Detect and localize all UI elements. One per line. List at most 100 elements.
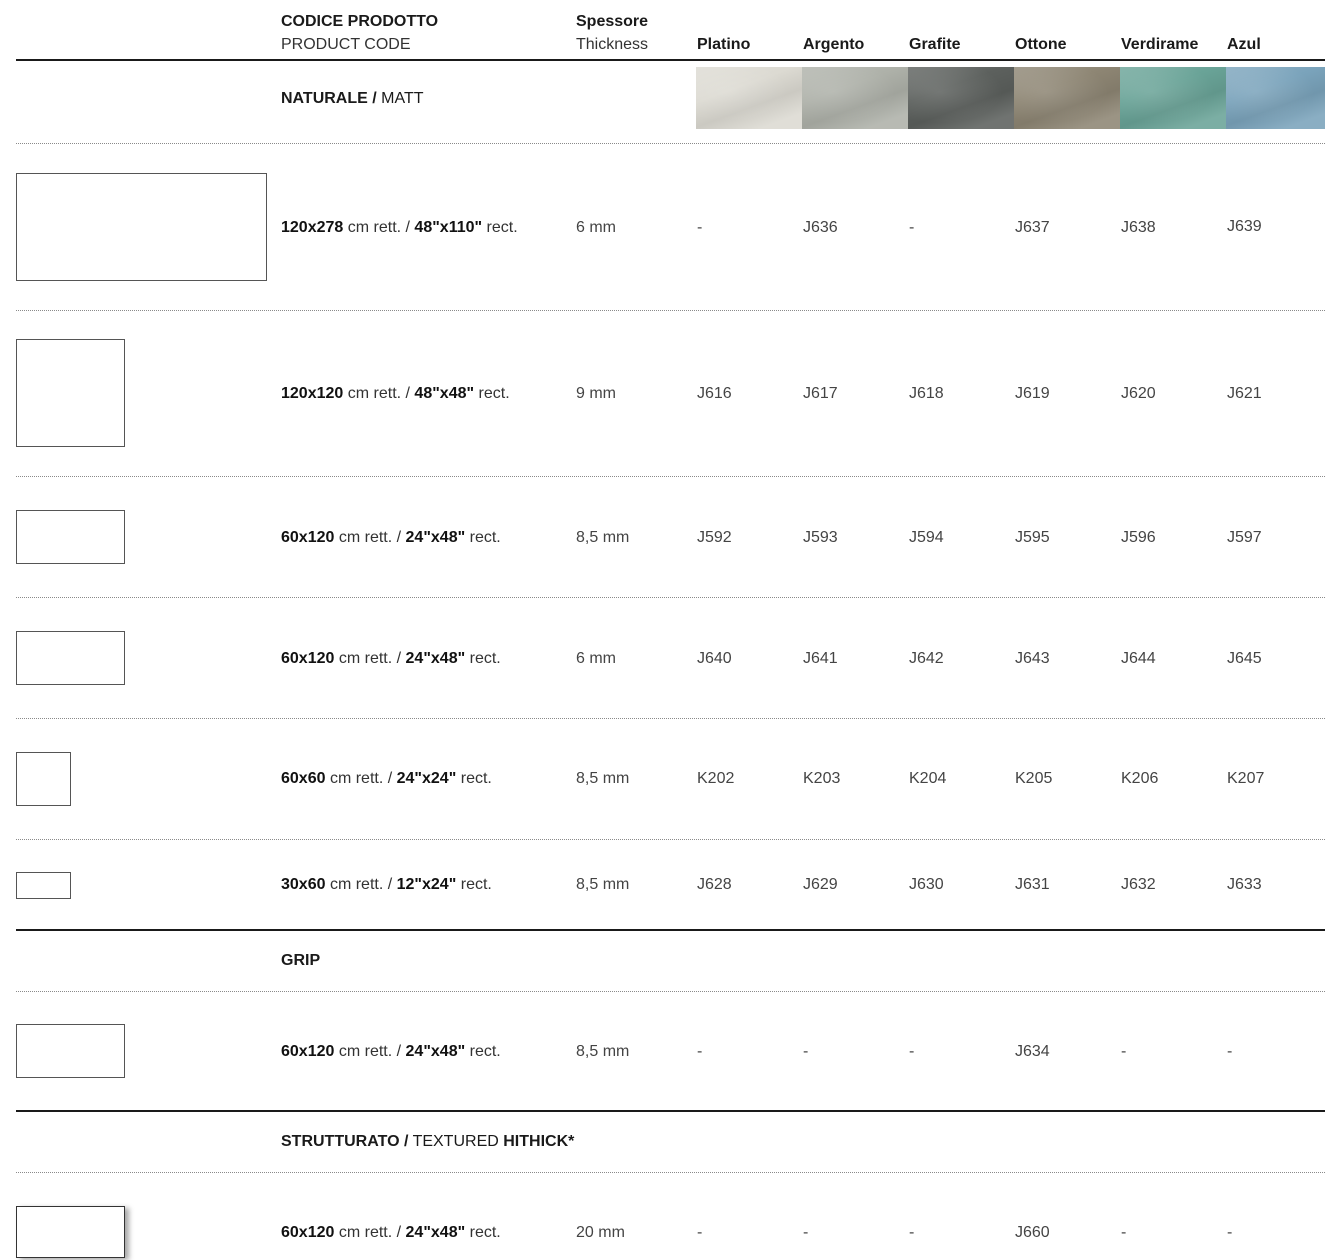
swatch-argento	[802, 67, 908, 129]
thickness-heading-en: Thickness	[576, 36, 649, 53]
code-platino: J592	[697, 529, 732, 546]
row-divider	[16, 597, 1325, 598]
tile-shape-30x60	[16, 872, 71, 899]
row-thickness: 6 mm	[576, 219, 616, 236]
code-grafite: -	[909, 1224, 915, 1241]
code-verdirame: J620	[1121, 385, 1156, 402]
row-size: 30x60 cm rett. / 12"x24" rect.	[281, 876, 492, 894]
size-cm: 60x120	[281, 529, 335, 546]
size-cm-unit: cm rett. /	[334, 650, 406, 667]
size-cm: 30x60	[281, 876, 326, 893]
section-strutturato-hithick: HITHICK*	[503, 1133, 575, 1150]
tile-shape-120x120	[16, 339, 125, 447]
header-divider	[16, 59, 1325, 61]
code-platino: K202	[697, 770, 735, 787]
size-cm-unit: cm rett. /	[334, 529, 406, 546]
swatch-verdirame	[1120, 67, 1226, 129]
code-azul: J597	[1227, 529, 1262, 546]
code-ottone: J631	[1015, 876, 1050, 893]
row-divider	[16, 991, 1325, 992]
code-grafite: J642	[909, 650, 944, 667]
section-grip-title: GRIP	[281, 952, 320, 970]
row-thickness: 8,5 mm	[576, 876, 630, 893]
code-azul: J621	[1227, 385, 1262, 402]
tile-shape-60x120	[16, 631, 125, 685]
code-argento: J593	[803, 529, 838, 546]
code-ottone: K205	[1015, 770, 1053, 787]
row-thickness: 20 mm	[576, 1224, 625, 1241]
size-inch: 48"x48"	[414, 385, 475, 402]
code-platino: J640	[697, 650, 732, 667]
row-divider	[16, 718, 1325, 719]
tile-shape-60x120-thick	[16, 1206, 125, 1258]
code-grafite: J618	[909, 385, 944, 402]
code-grafite: J594	[909, 529, 944, 546]
swatch-azul	[1226, 67, 1325, 129]
size-inch: 24"x48"	[405, 529, 466, 546]
code-verdirame: J644	[1121, 650, 1156, 667]
code-ottone: J643	[1015, 650, 1050, 667]
tile-shape-60x120	[16, 510, 125, 564]
size-inch: 48"x110"	[414, 219, 483, 236]
row-size: 60x120 cm rett. / 24"x48" rect.	[281, 529, 501, 547]
code-azul: J639	[1227, 218, 1262, 235]
column-verdirame: Verdirame	[1121, 36, 1199, 53]
row-size: 120x278 cm rett. / 48"x110" rect.	[281, 219, 518, 237]
row-divider	[16, 143, 1325, 144]
tile-shape-60x60	[16, 752, 71, 806]
row-size: 60x120 cm rett. / 24"x48" rect.	[281, 650, 501, 668]
section-grip-bold: GRIP	[281, 952, 321, 969]
code-verdirame: J638	[1121, 219, 1156, 236]
product-code-heading-it: CODICE PRODOTTO	[281, 13, 439, 30]
row-size: 60x120 cm rett. / 24"x48" rect.	[281, 1224, 501, 1242]
size-inch-unit: rect.	[465, 1224, 501, 1241]
code-verdirame: K206	[1121, 770, 1159, 787]
row-thickness: 6 mm	[576, 650, 616, 667]
size-cm-unit: cm rett. /	[325, 770, 397, 787]
section-strutturato-light: TEXTURED	[408, 1133, 504, 1150]
section-divider	[16, 1110, 1325, 1112]
size-inch-unit: rect.	[465, 529, 501, 546]
swatch-grafite	[908, 67, 1014, 129]
section-divider	[16, 929, 1325, 931]
code-azul: -	[1227, 1224, 1233, 1241]
row-thickness: 8,5 mm	[576, 1043, 630, 1060]
code-argento: -	[803, 1224, 809, 1241]
code-platino: -	[697, 1224, 703, 1241]
code-argento: J617	[803, 385, 838, 402]
swatch-platino	[696, 67, 802, 129]
row-thickness: 9 mm	[576, 385, 616, 402]
size-inch-unit: rect.	[474, 385, 510, 402]
code-platino: J616	[697, 385, 732, 402]
code-grafite: K204	[909, 770, 947, 787]
code-platino: -	[697, 1043, 703, 1060]
code-verdirame: -	[1121, 1043, 1127, 1060]
row-divider	[16, 1172, 1325, 1173]
code-ottone: J634	[1015, 1043, 1050, 1060]
size-cm: 60x120	[281, 650, 335, 667]
size-inch-unit: rect.	[456, 770, 492, 787]
code-verdirame: J596	[1121, 529, 1156, 546]
section-strutturato-bold: STRUTTURATO /	[281, 1133, 409, 1150]
row-divider	[16, 310, 1325, 311]
row-size: 60x120 cm rett. / 24"x48" rect.	[281, 1043, 501, 1061]
size-cm: 60x120	[281, 1224, 335, 1241]
product-code-heading-en: PRODUCT CODE	[281, 36, 411, 53]
code-platino: J628	[697, 876, 732, 893]
size-inch: 24"x48"	[405, 650, 466, 667]
code-platino: -	[697, 219, 703, 236]
size-cm-unit: cm rett. /	[334, 1043, 406, 1060]
column-grafite: Grafite	[909, 36, 961, 53]
row-divider	[16, 839, 1325, 840]
size-inch: 12"x24"	[396, 876, 457, 893]
size-inch: 24"x24"	[396, 770, 457, 787]
code-ottone: J637	[1015, 219, 1050, 236]
code-verdirame: J632	[1121, 876, 1156, 893]
column-argento: Argento	[803, 36, 865, 53]
code-argento: K203	[803, 770, 841, 787]
column-azul: Azul	[1227, 36, 1261, 53]
size-cm-unit: cm rett. /	[325, 876, 397, 893]
row-thickness: 8,5 mm	[576, 529, 630, 546]
size-cm-unit: cm rett. /	[334, 1224, 406, 1241]
code-verdirame: -	[1121, 1224, 1127, 1241]
